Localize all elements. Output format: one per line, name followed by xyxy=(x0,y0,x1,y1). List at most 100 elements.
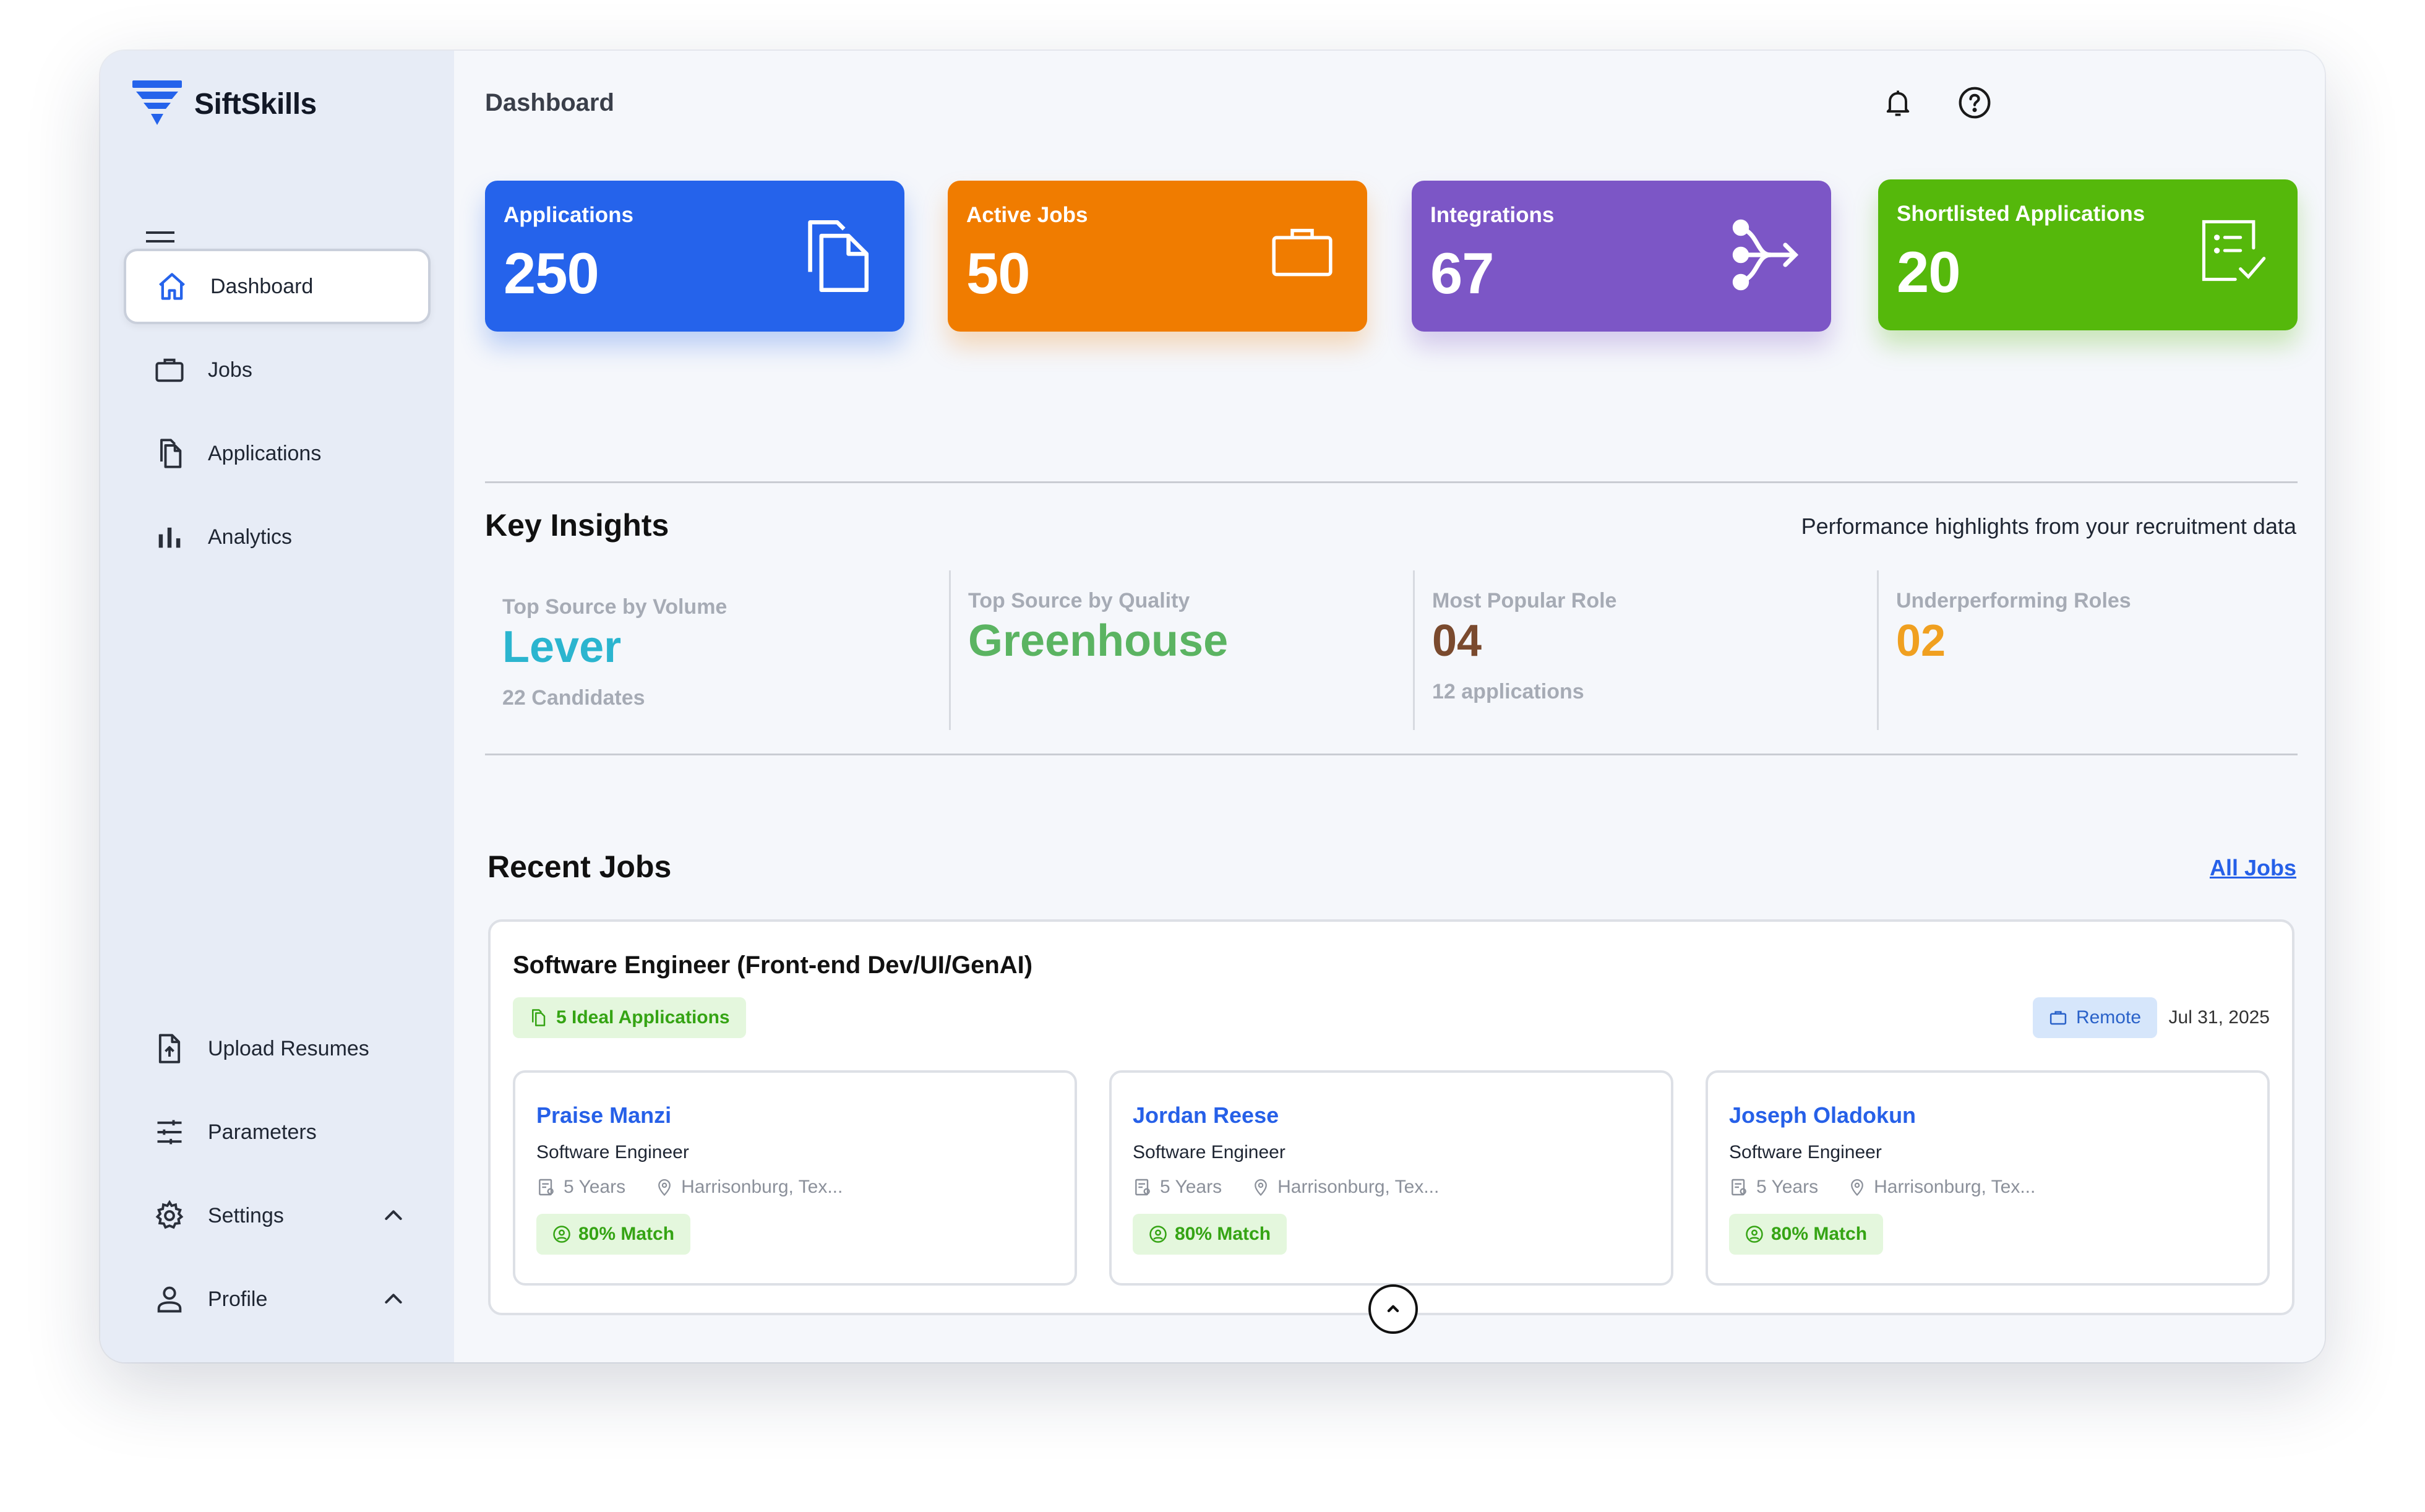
sidebar-item-dashboard[interactable]: Dashboard xyxy=(124,249,431,324)
main-content: Dashboard Applications 250 Active Jobs 5… xyxy=(454,51,2325,1362)
candidate-meta: 5 Years Harrisonburg, Tex... xyxy=(1729,1177,2246,1198)
merge-arrow-icon xyxy=(1732,219,1799,291)
resume-icon xyxy=(539,1179,554,1196)
key-insights-subtitle: Performance highlights from your recruit… xyxy=(1801,513,2296,539)
location-type-label: Remote xyxy=(2075,1007,2141,1028)
candidate-role: Software Engineer xyxy=(1729,1142,1882,1162)
sidebar-item-parameters[interactable]: Parameters xyxy=(124,1094,431,1170)
documents-icon xyxy=(160,439,182,468)
location-pin-icon xyxy=(1255,1179,1267,1196)
key-insights-title: Key Insights xyxy=(485,508,669,543)
sliders-icon xyxy=(157,1120,182,1145)
job-card[interactable]: Software Engineer (Front-end Dev/UI/GenA… xyxy=(488,919,2294,1315)
job-date: Jul 31, 2025 xyxy=(2168,1007,2270,1028)
home-icon xyxy=(159,273,185,300)
match-badge: 80% Match xyxy=(1133,1214,1287,1255)
sidebar-item-analytics[interactable]: Analytics xyxy=(124,499,431,575)
resume-icon xyxy=(1732,1179,1746,1196)
stat-card-shortlisted-applications[interactable]: Shortlisted Applications 20 xyxy=(1878,179,2298,330)
insight-top-source-volume: Top Source by Volume Lever 22 Candidates xyxy=(485,577,949,736)
candidate-name[interactable]: Praise Manzi xyxy=(536,1102,1054,1128)
ideal-applications-badge[interactable]: 5 Ideal Applications xyxy=(513,997,746,1038)
insight-label: Most Popular Role xyxy=(1432,589,1617,612)
help-button[interactable] xyxy=(1955,83,1994,122)
insight-label: Underperforming Roles xyxy=(1896,589,2131,612)
chevron-up-icon xyxy=(1387,1305,1399,1312)
candidate-location: Harrisonburg, Tex... xyxy=(681,1177,843,1197)
sidebar-item-applications[interactable]: Applications xyxy=(124,416,431,491)
gear-icon xyxy=(155,1200,184,1229)
insight-value: 02 xyxy=(1896,616,1946,666)
help-circle-icon xyxy=(1959,87,1991,119)
ideal-applications-label: 5 Ideal Applications xyxy=(556,1007,730,1028)
candidate-name[interactable]: Jordan Reese xyxy=(1133,1102,1650,1128)
candidate-meta: 5 Years Harrisonburg, Tex... xyxy=(1133,1177,1650,1198)
candidate-card[interactable]: Jordan Reese Software Engineer 5 Years H… xyxy=(1109,1070,1673,1286)
sidebar-item-settings[interactable]: Settings xyxy=(124,1178,431,1253)
siftskills-logo-icon xyxy=(132,80,182,125)
insight-value: 04 xyxy=(1432,616,1482,666)
match-label: 80% Match xyxy=(578,1224,675,1244)
candidate-location: Harrisonburg, Tex... xyxy=(1277,1177,1440,1197)
match-label: 80% Match xyxy=(1771,1224,1868,1244)
notifications-button[interactable] xyxy=(1878,83,1918,122)
sidebar-item-label: Applications xyxy=(208,441,322,465)
insight-value: Lever xyxy=(502,622,622,672)
sidebar-item-label: Upload Resumes xyxy=(208,1036,369,1060)
user-circle-icon xyxy=(1149,1226,1167,1243)
user-circle-icon xyxy=(1746,1226,1763,1243)
candidate-role: Software Engineer xyxy=(1133,1142,1285,1162)
insight-most-popular-role: Most Popular Role 04 12 applications xyxy=(1413,570,1877,730)
insight-sub: 22 Candidates xyxy=(502,686,645,710)
chevron-up-icon[interactable] xyxy=(381,1287,406,1312)
insight-label: Top Source by Volume xyxy=(502,595,728,619)
divider xyxy=(485,754,2298,755)
chevron-up-icon[interactable] xyxy=(381,1203,406,1228)
sidebar-item-upload-resumes[interactable]: Upload Resumes xyxy=(124,1011,431,1086)
divider xyxy=(485,481,2298,483)
resume-icon xyxy=(1135,1179,1150,1196)
stat-card-active-jobs[interactable]: Active Jobs 50 xyxy=(948,181,1367,332)
brand-logo[interactable]: SiftSkills xyxy=(132,80,317,127)
sidebar-item-jobs[interactable]: Jobs xyxy=(124,332,431,408)
briefcase-icon xyxy=(1272,228,1333,277)
stat-card-applications[interactable]: Applications 250 xyxy=(485,181,904,332)
documents-icon xyxy=(532,1009,546,1026)
user-icon xyxy=(157,1286,182,1313)
insight-value: Greenhouse xyxy=(968,616,1229,666)
candidate-meta: 5 Years Harrisonburg, Tex... xyxy=(536,1177,1054,1198)
sidebar-item-label: Parameters xyxy=(208,1120,317,1144)
documents-icon xyxy=(808,220,869,292)
insight-top-source-quality: Top Source by Quality Greenhouse xyxy=(949,570,1413,730)
sidebar-item-label: Analytics xyxy=(208,525,293,549)
sidebar-item-label: Dashboard xyxy=(210,274,314,298)
sidebar-item-profile[interactable]: Profile xyxy=(124,1261,431,1337)
insight-label: Top Source by Quality xyxy=(968,589,1190,612)
sidebar-item-label: Jobs xyxy=(208,358,252,382)
candidate-card[interactable]: Joseph Oladokun Software Engineer 5 Year… xyxy=(1706,1070,2270,1286)
candidate-experience: 5 Years xyxy=(1160,1177,1222,1197)
match-badge: 80% Match xyxy=(1729,1214,1884,1255)
job-title[interactable]: Software Engineer (Front-end Dev/UI/GenA… xyxy=(513,951,1032,979)
collapse-button[interactable] xyxy=(1368,1284,1418,1334)
candidate-role: Software Engineer xyxy=(536,1142,689,1162)
all-jobs-link[interactable]: All Jobs xyxy=(2210,855,2296,881)
match-badge: 80% Match xyxy=(536,1214,691,1255)
recent-jobs-title: Recent Jobs xyxy=(487,849,672,884)
upload-file-icon xyxy=(158,1034,181,1063)
stat-card-integrations[interactable]: Integrations 67 xyxy=(1412,181,1831,332)
page-title: Dashboard xyxy=(485,89,614,116)
bar-chart-icon xyxy=(158,527,181,548)
briefcase-icon xyxy=(2049,1011,2067,1025)
location-pin-icon xyxy=(658,1179,671,1196)
app-window: SiftSkills Dashboard Jobs Applications A… xyxy=(100,51,2325,1362)
checklist-icon xyxy=(2202,220,2266,281)
candidate-name[interactable]: Joseph Oladokun xyxy=(1729,1102,2246,1128)
candidate-card[interactable]: Praise Manzi Software Engineer 5 Years H… xyxy=(513,1070,1077,1286)
candidate-experience: 5 Years xyxy=(564,1177,626,1197)
briefcase-icon xyxy=(155,358,184,382)
brand-name: SiftSkills xyxy=(194,87,317,121)
sidebar: SiftSkills Dashboard Jobs Applications A… xyxy=(100,51,454,1362)
match-label: 80% Match xyxy=(1175,1224,1271,1244)
user-circle-icon xyxy=(553,1226,570,1243)
